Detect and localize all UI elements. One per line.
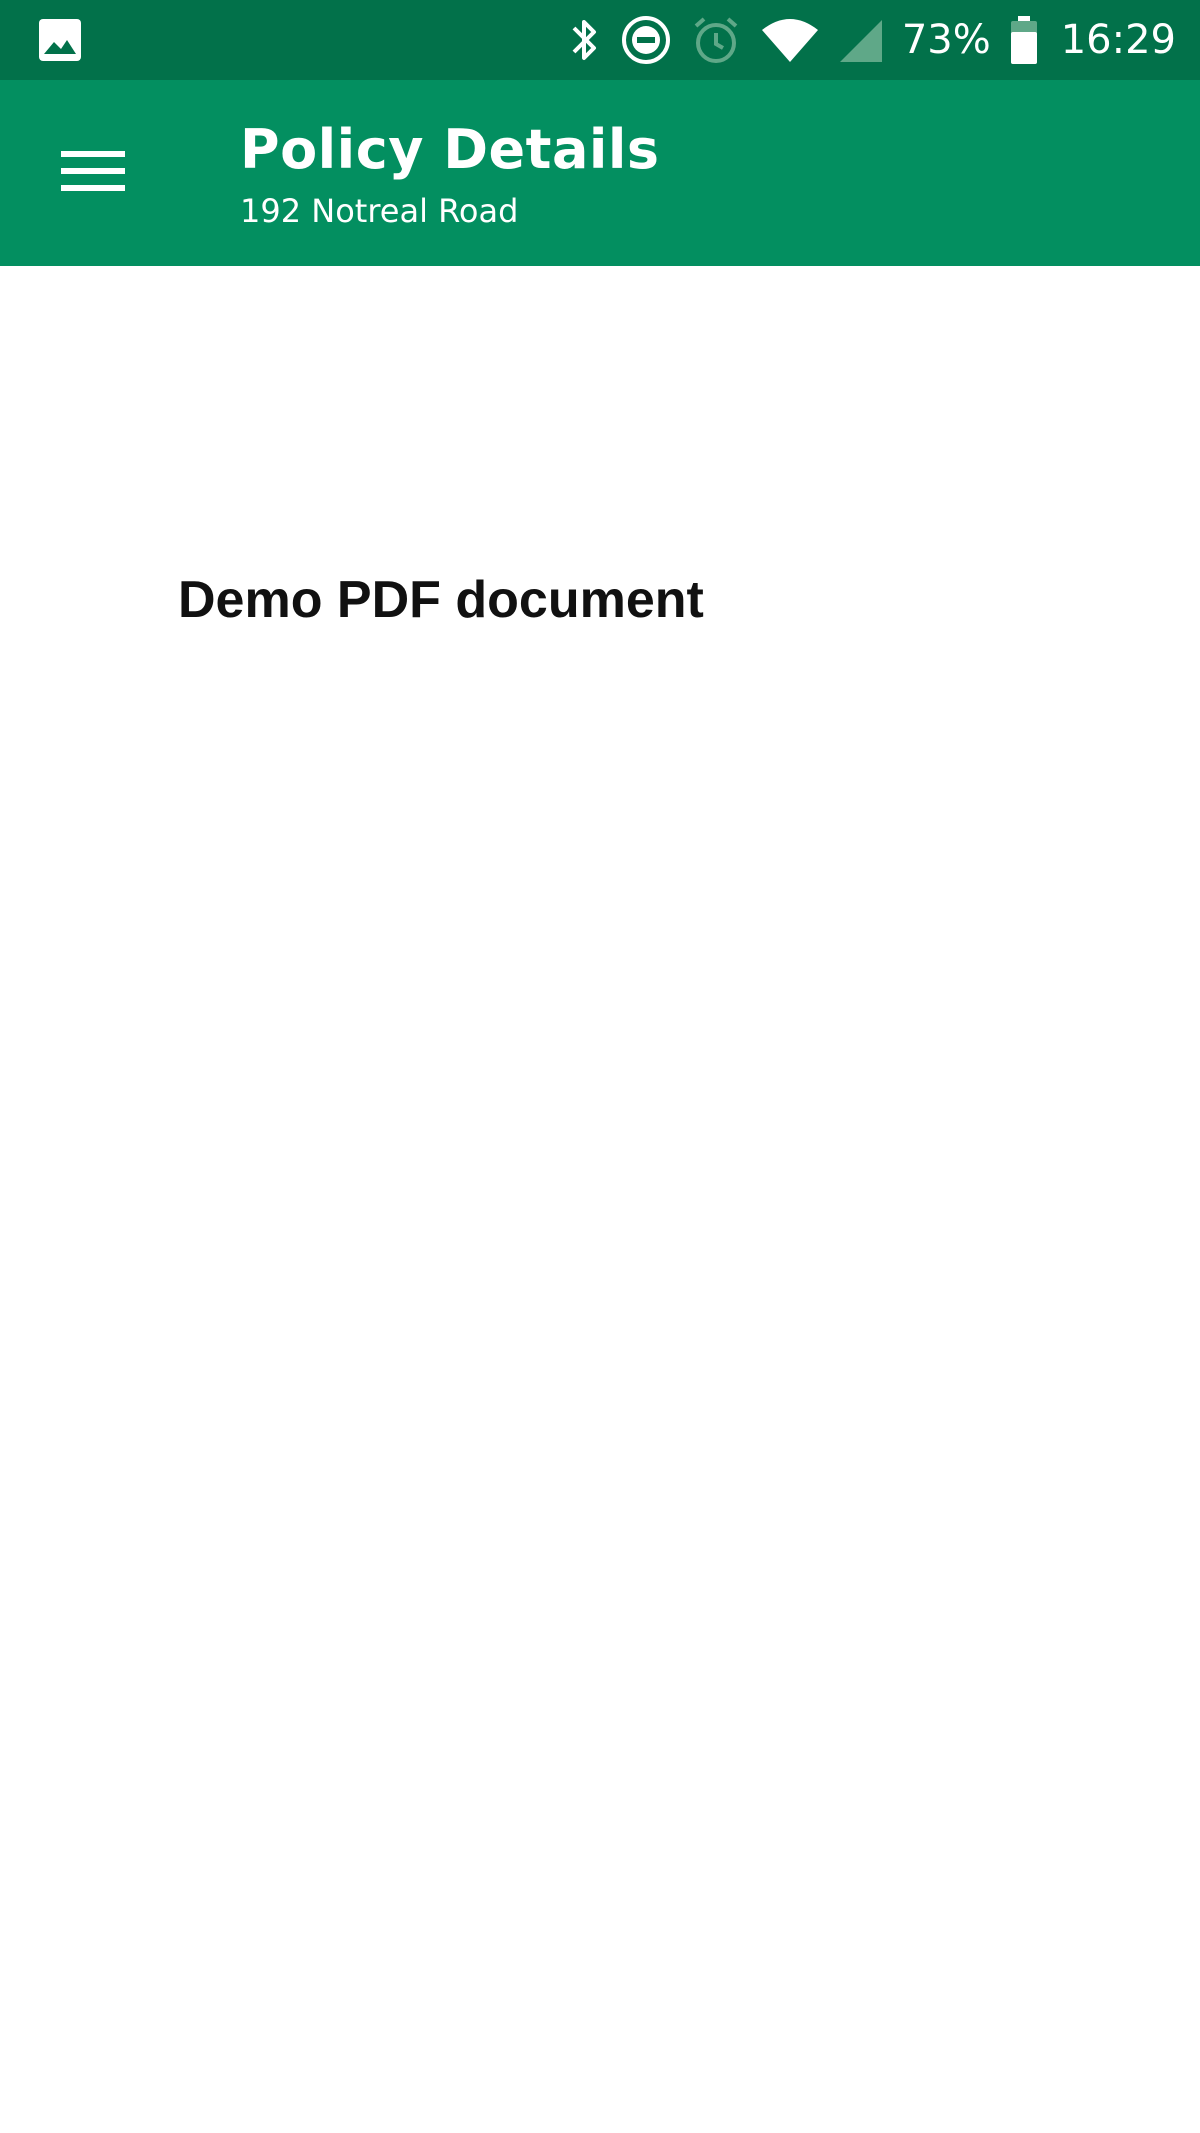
- battery-icon: [1009, 14, 1039, 66]
- page-subtitle: 192 Notreal Road: [240, 192, 519, 230]
- status-bar: 73% 16:29: [0, 0, 1200, 80]
- menu-button[interactable]: [50, 130, 136, 216]
- battery-percent: 73%: [901, 17, 991, 63]
- hamburger-menu-icon: [61, 147, 125, 200]
- app-bar: Policy Details 192 Notreal Road: [0, 80, 1200, 266]
- page-title: Policy Details: [240, 118, 660, 181]
- wifi-icon: [760, 14, 820, 66]
- alarm-icon: [690, 14, 742, 66]
- do-not-disturb-icon: [620, 14, 672, 66]
- document-heading: Demo PDF document: [178, 571, 704, 629]
- cell-signal-icon: [838, 14, 884, 66]
- image-notification-icon: [38, 18, 82, 62]
- pdf-viewer[interactable]: Demo PDF document: [0, 266, 1200, 2133]
- bluetooth-icon: [568, 14, 602, 66]
- clock: 16:29: [1060, 17, 1176, 63]
- status-icons: 73% 16:29: [550, 0, 1176, 80]
